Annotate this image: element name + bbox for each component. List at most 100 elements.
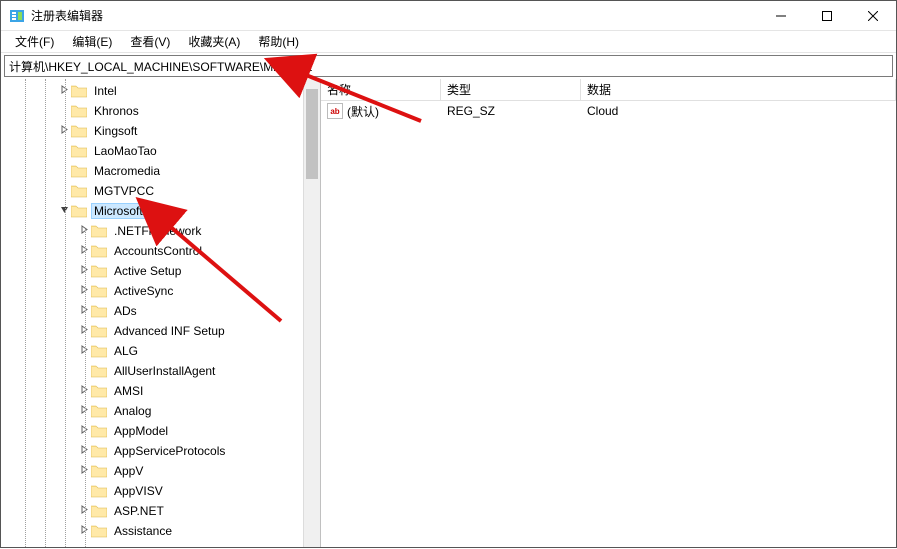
menu-view[interactable]: 查看(V) — [122, 31, 178, 52]
expander-icon[interactable] — [77, 305, 91, 317]
tree-label: .NETFramework — [111, 223, 204, 239]
regedit-app-icon — [9, 8, 25, 24]
col-type[interactable]: 类型 — [441, 79, 581, 100]
folder-icon — [71, 164, 87, 178]
expander-icon[interactable] — [77, 445, 91, 457]
tree-item[interactable]: MGTVPCC — [1, 181, 320, 201]
address-bar[interactable]: 计算机\HKEY_LOCAL_MACHINE\SOFTWARE\Microsof… — [4, 55, 893, 77]
tree-item[interactable]: Analog — [1, 401, 320, 421]
tree-item[interactable]: Khronos — [1, 101, 320, 121]
folder-icon — [91, 404, 107, 418]
tree-label: Microsoft — [91, 203, 146, 219]
tree-item[interactable]: .NETFramework — [1, 221, 320, 241]
folder-icon — [71, 124, 87, 138]
close-button[interactable] — [850, 1, 896, 31]
tree-label: Assistance — [111, 523, 175, 539]
values-pane[interactable]: 名称 类型 数据 ab (默认) REG_SZ Cloud — [321, 79, 896, 547]
folder-icon — [91, 484, 107, 498]
expander-icon[interactable] — [77, 225, 91, 237]
expander-icon[interactable] — [57, 205, 71, 217]
string-value-icon: ab — [327, 103, 343, 119]
tree-label: AppModel — [111, 423, 171, 439]
tree-item[interactable]: ALG — [1, 341, 320, 361]
tree-pane[interactable]: Intel Khronos Kingsoft LaoMaoTao Macromedia M… — [1, 79, 321, 547]
window-title: 注册表编辑器 — [31, 7, 103, 24]
tree-item[interactable]: ADs — [1, 301, 320, 321]
tree-label: MGTVPCC — [91, 183, 157, 199]
maximize-button[interactable] — [804, 1, 850, 31]
folder-icon — [91, 444, 107, 458]
tree-item[interactable]: ASP.NET — [1, 501, 320, 521]
value-row[interactable]: ab (默认) REG_SZ Cloud — [321, 101, 896, 121]
expander-icon[interactable] — [77, 385, 91, 397]
tree-scrollbar[interactable] — [303, 79, 320, 547]
tree-item[interactable]: Kingsoft — [1, 121, 320, 141]
tree-item[interactable]: Advanced INF Setup — [1, 321, 320, 341]
expander-icon[interactable] — [77, 285, 91, 297]
folder-icon — [91, 244, 107, 258]
expander-icon[interactable] — [77, 525, 91, 537]
menubar: 文件(F) 编辑(E) 查看(V) 收藏夹(A) 帮助(H) — [1, 31, 896, 53]
tree-item[interactable]: AMSI — [1, 381, 320, 401]
tree-label: Macromedia — [91, 163, 163, 179]
tree-guide-line — [65, 79, 66, 547]
tree-scroll-thumb[interactable] — [306, 89, 318, 179]
tree-label: Khronos — [91, 103, 142, 119]
value-type: REG_SZ — [441, 104, 581, 118]
folder-icon — [71, 144, 87, 158]
tree-item[interactable]: AppServiceProtocols — [1, 441, 320, 461]
tree-guide-line — [85, 229, 86, 547]
minimize-button[interactable] — [758, 1, 804, 31]
tree-item[interactable]: AccountsControl — [1, 241, 320, 261]
folder-icon — [91, 464, 107, 478]
tree-item[interactable]: Assistance — [1, 521, 320, 541]
col-name[interactable]: 名称 — [321, 79, 441, 100]
tree-label: AppVISV — [111, 483, 166, 499]
menu-favorites[interactable]: 收藏夹(A) — [180, 31, 248, 52]
expander-icon[interactable] — [77, 505, 91, 517]
tree-label: Advanced INF Setup — [111, 323, 228, 339]
folder-icon — [91, 304, 107, 318]
expander-icon[interactable] — [57, 125, 71, 137]
expander-icon[interactable] — [77, 345, 91, 357]
window-controls — [758, 1, 896, 31]
tree-guide-line — [45, 79, 46, 547]
content-area: Intel Khronos Kingsoft LaoMaoTao Macromedia M… — [1, 79, 896, 547]
tree-item[interactable]: Microsoft — [1, 201, 320, 221]
expander-icon[interactable] — [77, 465, 91, 477]
address-text: 计算机\HKEY_LOCAL_MACHINE\SOFTWARE\Microsof… — [9, 58, 312, 75]
tree-item[interactable]: Intel — [1, 81, 320, 101]
tree-item[interactable]: AppV — [1, 461, 320, 481]
folder-icon — [91, 364, 107, 378]
folder-icon — [91, 524, 107, 538]
expander-icon[interactable] — [77, 325, 91, 337]
titlebar: 注册表编辑器 — [1, 1, 896, 31]
tree-item[interactable]: ActiveSync — [1, 281, 320, 301]
col-data[interactable]: 数据 — [581, 79, 896, 100]
expander-icon[interactable] — [77, 245, 91, 257]
tree-item[interactable]: AppVISV — [1, 481, 320, 501]
tree-item[interactable]: LaoMaoTao — [1, 141, 320, 161]
menu-file[interactable]: 文件(F) — [7, 31, 62, 52]
folder-icon — [91, 504, 107, 518]
tree-label: ALG — [111, 343, 141, 359]
tree-label: Kingsoft — [91, 123, 140, 139]
tree-item[interactable]: Active Setup — [1, 261, 320, 281]
tree-item[interactable]: AllUserInstallAgent — [1, 361, 320, 381]
tree-item[interactable]: AppModel — [1, 421, 320, 441]
tree-label: AppServiceProtocols — [111, 443, 228, 459]
tree-label: ASP.NET — [111, 503, 167, 519]
expander-icon[interactable] — [77, 405, 91, 417]
folder-icon — [91, 324, 107, 338]
tree-label: ADs — [111, 303, 140, 319]
expander-icon[interactable] — [57, 85, 71, 97]
expander-icon[interactable] — [77, 265, 91, 277]
menu-help[interactable]: 帮助(H) — [250, 31, 307, 52]
expander-icon[interactable] — [77, 425, 91, 437]
folder-icon — [91, 284, 107, 298]
tree-label: Intel — [91, 83, 120, 99]
registry-tree[interactable]: Intel Khronos Kingsoft LaoMaoTao Macromedia M… — [1, 81, 320, 541]
menu-edit[interactable]: 编辑(E) — [64, 31, 120, 52]
value-name: (默认) — [347, 103, 379, 120]
tree-item[interactable]: Macromedia — [1, 161, 320, 181]
